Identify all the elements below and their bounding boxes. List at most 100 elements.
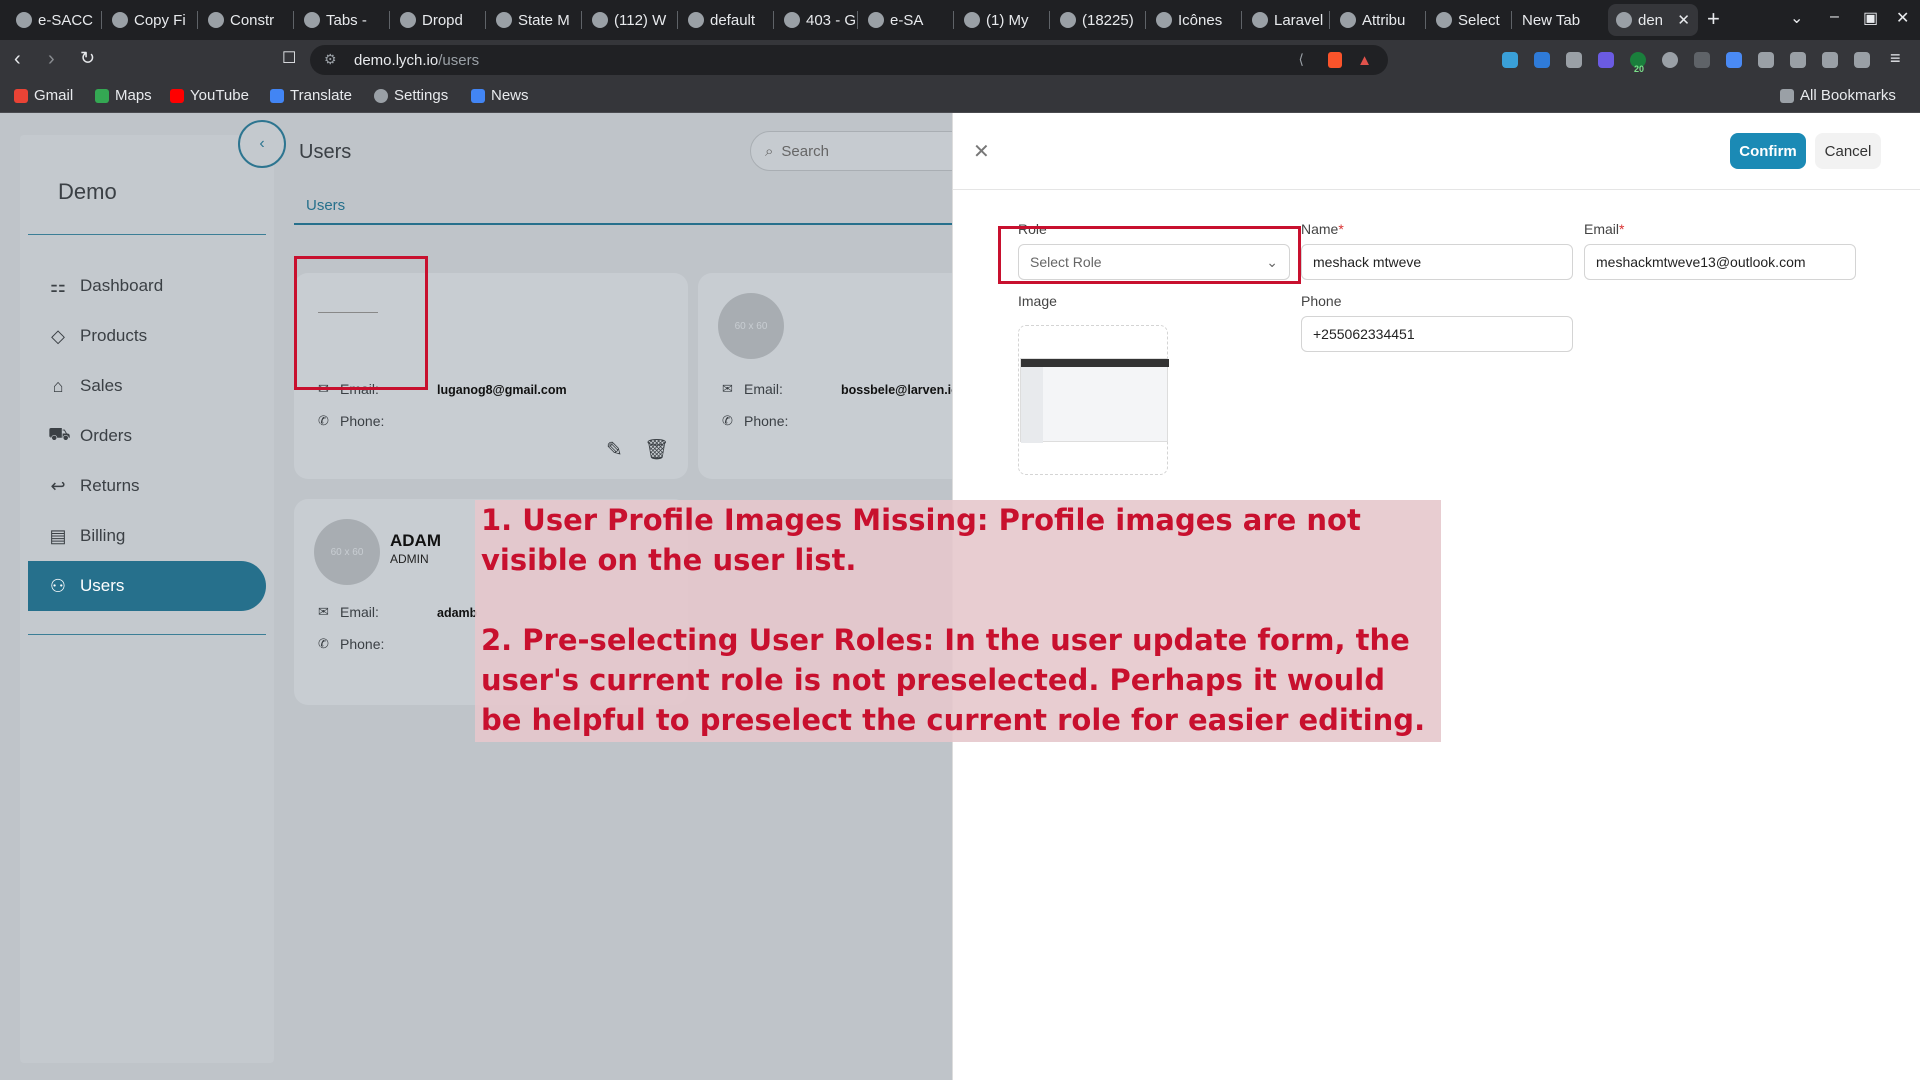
tab-favicon-icon bbox=[868, 12, 884, 28]
close-window-button[interactable]: ✕ bbox=[1896, 8, 1909, 28]
back-icon[interactable]: ‹ bbox=[14, 48, 21, 71]
sidebar-item-orders[interactable]: ⛟ Orders bbox=[28, 411, 266, 461]
puzzle-icon[interactable] bbox=[1758, 52, 1774, 68]
react-devtools-icon[interactable] bbox=[1502, 52, 1518, 68]
reload-icon[interactable]: ↻ bbox=[80, 48, 95, 69]
tab-favicon-icon bbox=[688, 12, 704, 28]
browser-tab-active[interactable]: den ✕ bbox=[1608, 4, 1698, 36]
tab-divider bbox=[1511, 11, 1512, 29]
browser-tab[interactable]: Tabs - bbox=[296, 4, 388, 36]
annotation-note-2: 2. Pre-selecting User Roles: In the user… bbox=[481, 623, 1426, 737]
download-icon[interactable] bbox=[1790, 52, 1806, 68]
sidebar-item-sales[interactable]: ⌂ Sales bbox=[28, 361, 266, 411]
browser-tab[interactable]: 403 - G bbox=[776, 4, 868, 36]
browser-tab[interactable]: Constr bbox=[200, 4, 292, 36]
tab-search-icon[interactable]: ⌄ bbox=[1790, 8, 1803, 28]
extension-icon[interactable] bbox=[1534, 52, 1550, 68]
bookmark-youtube[interactable]: YouTube bbox=[170, 87, 249, 104]
brave-shields-icon[interactable] bbox=[1328, 52, 1342, 68]
site-info-icon[interactable]: ⚙ bbox=[324, 51, 337, 68]
delete-icon[interactable]: 🗑 bbox=[644, 437, 669, 462]
extension-badge-count: 20 bbox=[1634, 64, 1645, 74]
menu-icon[interactable]: ≡ bbox=[1890, 48, 1901, 69]
tab-favicon-icon bbox=[1340, 12, 1356, 28]
browser-tab[interactable]: Icônes bbox=[1148, 4, 1240, 36]
minimize-button[interactable]: – bbox=[1830, 8, 1839, 26]
sidebar-icon[interactable] bbox=[1822, 52, 1838, 68]
email-label: Email bbox=[1584, 221, 1620, 237]
extension-icon[interactable] bbox=[1662, 52, 1678, 68]
user-card: 60 x 60 ✉ Email: bossbele@larven.io ✆ Phon… bbox=[698, 273, 968, 479]
sidebar-item-dashboard[interactable]: ⚏ Dashboard bbox=[28, 261, 266, 311]
folder-icon bbox=[1780, 88, 1794, 103]
tab-favicon-icon bbox=[304, 12, 320, 28]
address-bar[interactable]: ⚙ demo.lych.io/users ⟨ ▲ bbox=[310, 45, 1388, 75]
close-tab-icon[interactable]: ✕ bbox=[1677, 11, 1690, 29]
sidebar-item-products[interactable]: ◇ Products bbox=[28, 311, 266, 361]
sidebar-item-users[interactable]: ⚇ Users bbox=[28, 561, 266, 611]
user-name: ADAM bbox=[390, 531, 441, 550]
tab-divider bbox=[389, 11, 390, 29]
vue-devtools-icon[interactable] bbox=[1566, 52, 1582, 68]
maximize-button[interactable]: ▣ bbox=[1863, 8, 1878, 28]
all-bookmarks[interactable]: All Bookmarks bbox=[1780, 87, 1896, 104]
gmail-icon bbox=[14, 88, 28, 103]
bookmark-gmail[interactable]: Gmail bbox=[14, 87, 73, 104]
bookmark-settings[interactable]: Settings bbox=[374, 87, 448, 104]
tab-divider bbox=[1049, 11, 1050, 29]
browser-tab[interactable]: New Tab bbox=[1514, 4, 1606, 36]
name-label: Name bbox=[1301, 221, 1339, 237]
email-label: Email: bbox=[340, 604, 379, 620]
brave-rewards-icon[interactable]: ▲ bbox=[1357, 52, 1372, 69]
tab-favicon-icon bbox=[784, 12, 800, 28]
browser-tab[interactable]: Attribu bbox=[1332, 4, 1424, 36]
sidebar-item-returns[interactable]: ↩ Returns bbox=[28, 461, 266, 511]
browser-tab[interactable]: (18225) bbox=[1052, 4, 1144, 36]
name-field[interactable]: meshack mtweve bbox=[1301, 244, 1573, 280]
tab-divider bbox=[293, 11, 294, 29]
browser-tab[interactable]: default bbox=[680, 4, 772, 36]
browser-tab[interactable]: Copy Fi bbox=[104, 4, 196, 36]
email-field[interactable]: meshackmtweve13@outlook.com bbox=[1584, 244, 1856, 280]
browser-tab[interactable]: e-SACC bbox=[8, 4, 100, 36]
sidebar-collapse-button[interactable]: ‹ bbox=[238, 120, 286, 168]
browser-tab[interactable]: Dropd bbox=[392, 4, 484, 36]
tab-divider bbox=[953, 11, 954, 29]
share-icon[interactable]: ⟨ bbox=[1299, 51, 1304, 68]
close-icon[interactable]: ✕ bbox=[973, 139, 990, 164]
tag-icon: ⌂ bbox=[52, 375, 64, 396]
sidebar-divider bbox=[28, 634, 266, 635]
news-icon bbox=[471, 88, 485, 103]
sidebar-item-billing[interactable]: ▤ Billing bbox=[28, 511, 266, 561]
browser-tab[interactable]: e-SA bbox=[860, 4, 952, 36]
wallet-icon[interactable] bbox=[1854, 52, 1870, 68]
tab-favicon-icon bbox=[496, 12, 512, 28]
bookmark-maps[interactable]: Maps bbox=[95, 87, 152, 104]
bookmark-icon[interactable]: ☐ bbox=[282, 48, 296, 68]
extension-off-icon[interactable] bbox=[1694, 52, 1710, 68]
forward-icon[interactable]: › bbox=[48, 48, 55, 71]
new-tab-button[interactable]: + bbox=[1707, 6, 1720, 32]
bookmark-news[interactable]: News bbox=[471, 87, 529, 104]
image-upload[interactable] bbox=[1018, 325, 1169, 475]
phone-field[interactable]: +255062334451 bbox=[1301, 316, 1573, 352]
user-role: ADMIN bbox=[390, 552, 429, 566]
browser-tab[interactable]: Select bbox=[1428, 4, 1520, 36]
browser-tab[interactable]: Laravel bbox=[1244, 4, 1336, 36]
browser-tab[interactable]: (112) W bbox=[584, 4, 676, 36]
tab-users[interactable]: Users bbox=[306, 197, 345, 214]
dashboard-icon: ⚏ bbox=[49, 275, 67, 296]
browser-tab[interactable]: (1) My bbox=[956, 4, 1048, 36]
phone-icon: ✆ bbox=[318, 636, 329, 651]
annotation-highlight-role bbox=[998, 226, 1301, 284]
edit-icon[interactable]: ✎ bbox=[606, 437, 623, 462]
cancel-button[interactable]: Cancel bbox=[1815, 133, 1881, 169]
return-icon: ↩ bbox=[50, 475, 66, 496]
confirm-button[interactable]: Confirm bbox=[1730, 133, 1806, 169]
browser-tab[interactable]: State M bbox=[488, 4, 580, 36]
user-email: bossbele@larven.io bbox=[841, 383, 959, 397]
extension-d-icon[interactable] bbox=[1598, 52, 1614, 68]
bookmark-translate[interactable]: Translate bbox=[270, 87, 352, 104]
extension-icon[interactable] bbox=[1726, 52, 1742, 68]
phone-label: Phone: bbox=[744, 413, 789, 429]
